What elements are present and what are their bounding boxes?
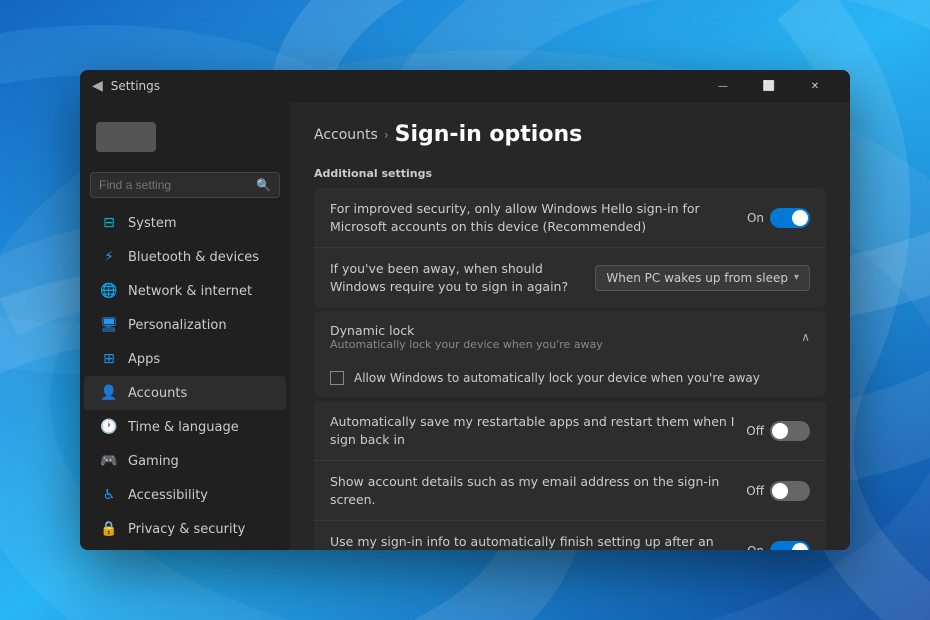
content-area: 🔍 ⊟ System ⚡ Bluetooth & devices 🌐 Netwo… (80, 102, 850, 550)
nav-label-accounts: Accounts (128, 386, 187, 401)
breadcrumb: Accounts › Sign-in options (314, 122, 826, 147)
nav-icon-accessibility: ♿ (100, 486, 118, 504)
dynamic-lock-title: Dynamic lock (330, 323, 603, 338)
toggle-thumb (792, 543, 808, 551)
sign-in-info-toggle[interactable] (770, 541, 810, 551)
sidebar-item-network[interactable]: 🌐 Network & internet (84, 274, 286, 308)
sidebar-item-apps[interactable]: ⊞ Apps (84, 342, 286, 376)
restore-button[interactable]: ⬜ (746, 70, 792, 102)
windows-hello-row: For improved security, only allow Window… (314, 188, 826, 248)
sign-in-again-dropdown[interactable]: When PC wakes up from sleep ▾ (595, 265, 810, 291)
sidebar-item-system[interactable]: ⊟ System (84, 206, 286, 240)
more-settings-card: Automatically save my restartable apps a… (314, 401, 826, 550)
dynamic-lock-content: Allow Windows to automatically lock your… (314, 363, 826, 397)
sign-in-info-row: Use my sign-in info to automatically fin… (314, 521, 826, 550)
dynamic-lock-checkbox-row: Allow Windows to automatically lock your… (330, 371, 810, 385)
title-bar: ◀ Settings — ⬜ ✕ (80, 70, 850, 102)
sidebar-item-time[interactable]: 🕐 Time & language (84, 410, 286, 444)
dropdown-value: When PC wakes up from sleep (606, 271, 788, 285)
sidebar-item-windows_update[interactable]: 🔄 Windows Update (84, 546, 286, 550)
settings-card: For improved security, only allow Window… (314, 188, 826, 307)
sidebar-item-bluetooth[interactable]: ⚡ Bluetooth & devices (84, 240, 286, 274)
nav-icon-accounts: 👤 (100, 384, 118, 402)
window-title: Settings (111, 79, 700, 93)
nav-list: ⊟ System ⚡ Bluetooth & devices 🌐 Network… (80, 206, 290, 550)
toggle-thumb (792, 210, 808, 226)
sidebar-item-privacy[interactable]: 🔒 Privacy & security (84, 512, 286, 546)
toggle-thumb (772, 423, 788, 439)
nav-icon-time: 🕐 (100, 418, 118, 436)
dynamic-lock-checkbox-label: Allow Windows to automatically lock your… (354, 371, 760, 385)
sidebar-item-accessibility[interactable]: ♿ Accessibility (84, 478, 286, 512)
nav-label-gaming: Gaming (128, 454, 179, 469)
nav-icon-network: 🌐 (100, 282, 118, 300)
nav-label-accessibility: Accessibility (128, 488, 208, 503)
settings-window: ◀ Settings — ⬜ ✕ 🔍 ⊟ System ⚡ Bluetooth … (80, 70, 850, 550)
restart-apps-toggle-label: Off (746, 424, 764, 438)
nav-label-system: System (128, 216, 176, 231)
account-details-row: Show account details such as my email ad… (314, 461, 826, 521)
breadcrumb-parent[interactable]: Accounts (314, 127, 378, 143)
main-panel: Accounts › Sign-in options Additional se… (290, 102, 850, 550)
nav-icon-privacy: 🔒 (100, 520, 118, 538)
account-details-text: Show account details such as my email ad… (330, 473, 746, 508)
sidebar: 🔍 ⊟ System ⚡ Bluetooth & devices 🌐 Netwo… (80, 102, 290, 550)
user-profile (80, 110, 290, 164)
nav-icon-bluetooth: ⚡ (100, 248, 118, 266)
search-icon: 🔍 (256, 178, 271, 192)
restart-apps-toggle[interactable] (770, 421, 810, 441)
nav-label-personalization: Personalization (128, 318, 227, 333)
windows-hello-text: For improved security, only allow Window… (330, 200, 747, 235)
nav-icon-apps: ⊞ (100, 350, 118, 368)
dynamic-lock-title-block: Dynamic lock Automatically lock your dev… (330, 323, 603, 351)
avatar (96, 122, 156, 152)
nav-icon-personalization: 🖥 (100, 316, 118, 334)
chevron-up-icon: ∧ (801, 330, 810, 344)
windows-hello-toggle[interactable] (770, 208, 810, 228)
search-box[interactable]: 🔍 (90, 172, 280, 198)
sign-in-again-row: If you've been away, when should Windows… (314, 248, 826, 307)
sidebar-item-gaming[interactable]: 🎮 Gaming (84, 444, 286, 478)
restart-apps-text: Automatically save my restartable apps a… (330, 413, 746, 448)
additional-settings-label: Additional settings (314, 167, 826, 180)
sidebar-item-personalization[interactable]: 🖥 Personalization (84, 308, 286, 342)
nav-label-apps: Apps (128, 352, 160, 367)
nav-icon-gaming: 🎮 (100, 452, 118, 470)
window-controls: — ⬜ ✕ (700, 70, 838, 102)
restart-apps-row: Automatically save my restartable apps a… (314, 401, 826, 461)
dynamic-lock-section: Dynamic lock Automatically lock your dev… (314, 311, 826, 397)
dynamic-lock-subtitle: Automatically lock your device when you'… (330, 338, 603, 351)
nav-label-network: Network & internet (128, 284, 252, 299)
sign-in-info-toggle-label: On (747, 544, 764, 551)
chevron-down-icon: ▾ (794, 272, 799, 283)
nav-label-time: Time & language (128, 420, 239, 435)
dynamic-lock-header[interactable]: Dynamic lock Automatically lock your dev… (314, 311, 826, 363)
account-details-toggle[interactable] (770, 481, 810, 501)
windows-hello-toggle-label: On (747, 211, 764, 225)
sidebar-item-accounts[interactable]: 👤 Accounts (84, 376, 286, 410)
minimize-button[interactable]: — (700, 70, 746, 102)
toggle-thumb (772, 483, 788, 499)
back-button[interactable]: ◀ (92, 78, 103, 94)
page-title: Sign-in options (395, 122, 583, 147)
close-button[interactable]: ✕ (792, 70, 838, 102)
dynamic-lock-checkbox[interactable] (330, 371, 344, 385)
breadcrumb-separator: › (384, 128, 389, 142)
search-input[interactable] (99, 178, 256, 192)
nav-label-bluetooth: Bluetooth & devices (128, 250, 259, 265)
sign-in-info-text: Use my sign-in info to automatically fin… (330, 533, 747, 550)
nav-label-privacy: Privacy & security (128, 522, 245, 537)
sign-in-again-text: If you've been away, when should Windows… (330, 260, 595, 295)
nav-icon-system: ⊟ (100, 214, 118, 232)
account-details-toggle-label: Off (746, 484, 764, 498)
